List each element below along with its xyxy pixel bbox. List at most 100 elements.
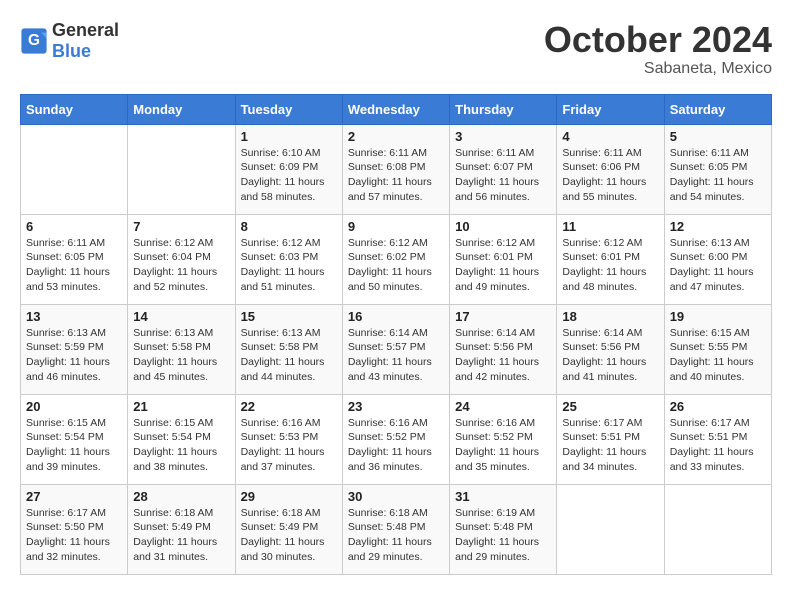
calendar-cell: 27Sunrise: 6:17 AMSunset: 5:50 PMDayligh… bbox=[21, 484, 128, 574]
day-number: 15 bbox=[241, 309, 337, 324]
day-info: Sunrise: 6:13 AMSunset: 5:58 PMDaylight:… bbox=[133, 326, 229, 385]
day-number: 19 bbox=[670, 309, 766, 324]
calendar-cell: 24 Sunrise: 6:16 AMSunset: 5:52 PMDayligh… bbox=[450, 394, 557, 484]
day-info: Sunrise: 6:12 AMSunset: 6:01 PMDaylight:… bbox=[562, 236, 658, 295]
day-info: Sunrise: 6:11 AMSunset: 6:08 PMDaylight:… bbox=[348, 146, 444, 205]
calendar-cell bbox=[664, 484, 771, 574]
weekday-header-wednesday: Wednesday bbox=[342, 94, 449, 124]
location: Sabaneta, Mexico bbox=[544, 60, 772, 78]
day-number: 9 bbox=[348, 219, 444, 234]
day-info: Sunrise: 6:11 AMSunset: 6:05 PMDaylight:… bbox=[670, 146, 766, 205]
day-number: 7 bbox=[133, 219, 229, 234]
calendar-cell: 15 Sunrise: 6:13 AMSunset: 5:58 PMDayligh… bbox=[235, 304, 342, 394]
day-number: 3 bbox=[455, 129, 551, 144]
day-info: Sunrise: 6:18 AMSunset: 5:49 PMDaylight:… bbox=[241, 506, 337, 565]
day-info: Sunrise: 6:16 AMSunset: 5:52 PMDaylight:… bbox=[348, 416, 444, 475]
calendar-cell: 5 Sunrise: 6:11 AMSunset: 6:05 PMDaylight… bbox=[664, 124, 771, 214]
day-info: Sunrise: 6:14 AMSunset: 5:57 PMDaylight:… bbox=[348, 326, 444, 385]
logo-text: General Blue bbox=[52, 20, 119, 62]
calendar-cell: 12 Sunrise: 6:13 AMSunset: 6:00 PMDayligh… bbox=[664, 214, 771, 304]
logo-general: General bbox=[52, 20, 119, 40]
day-info: Sunrise: 6:15 AMSunset: 5:54 PMDaylight:… bbox=[133, 416, 229, 475]
weekday-header-tuesday: Tuesday bbox=[235, 94, 342, 124]
calendar-cell: 4Sunrise: 6:11 AMSunset: 6:06 PMDaylight… bbox=[557, 124, 664, 214]
title-block: October 2024 Sabaneta, Mexico bbox=[544, 20, 772, 78]
day-info: Sunrise: 6:11 AMSunset: 6:05 PMDaylight:… bbox=[26, 236, 122, 295]
day-number: 24 bbox=[455, 399, 551, 414]
calendar-cell: 28 Sunrise: 6:18 AMSunset: 5:49 PMDayligh… bbox=[128, 484, 235, 574]
day-number: 5 bbox=[670, 129, 766, 144]
day-number: 17 bbox=[455, 309, 551, 324]
day-info: Sunrise: 6:10 AMSunset: 6:09 PMDaylight:… bbox=[241, 146, 337, 205]
day-number: 2 bbox=[348, 129, 444, 144]
calendar-cell bbox=[21, 124, 128, 214]
calendar-cell: 22 Sunrise: 6:16 AMSunset: 5:53 PMDayligh… bbox=[235, 394, 342, 484]
day-number: 31 bbox=[455, 489, 551, 504]
calendar-cell: 9Sunrise: 6:12 AMSunset: 6:02 PMDaylight… bbox=[342, 214, 449, 304]
day-info: Sunrise: 6:16 AMSunset: 5:52 PMDaylight:… bbox=[455, 416, 551, 475]
day-number: 28 bbox=[133, 489, 229, 504]
calendar-cell: 31 Sunrise: 6:19 AMSunset: 5:48 PMDayligh… bbox=[450, 484, 557, 574]
weekday-header-thursday: Thursday bbox=[450, 94, 557, 124]
day-info: Sunrise: 6:18 AMSunset: 5:49 PMDaylight:… bbox=[133, 506, 229, 565]
calendar-cell bbox=[557, 484, 664, 574]
day-number: 12 bbox=[670, 219, 766, 234]
day-info: Sunrise: 6:14 AMSunset: 5:56 PMDaylight:… bbox=[455, 326, 551, 385]
weekday-header-saturday: Saturday bbox=[664, 94, 771, 124]
calendar-cell: 8 Sunrise: 6:12 AMSunset: 6:03 PMDaylight… bbox=[235, 214, 342, 304]
day-number: 1 bbox=[241, 129, 337, 144]
day-info: Sunrise: 6:13 AMSunset: 5:58 PMDaylight:… bbox=[241, 326, 337, 385]
day-number: 29 bbox=[241, 489, 337, 504]
day-number: 14 bbox=[133, 309, 229, 324]
calendar-cell: 20Sunrise: 6:15 AMSunset: 5:54 PMDayligh… bbox=[21, 394, 128, 484]
calendar-cell: 30 Sunrise: 6:18 AMSunset: 5:48 PMDayligh… bbox=[342, 484, 449, 574]
calendar-cell: 26Sunrise: 6:17 AMSunset: 5:51 PMDayligh… bbox=[664, 394, 771, 484]
logo-blue: Blue bbox=[52, 41, 91, 61]
weekday-header-friday: Friday bbox=[557, 94, 664, 124]
month-year: October 2024 bbox=[544, 20, 772, 60]
calendar-cell: 19 Sunrise: 6:15 AMSunset: 5:55 PMDayligh… bbox=[664, 304, 771, 394]
weekday-header-sunday: Sunday bbox=[21, 94, 128, 124]
day-number: 20 bbox=[26, 399, 122, 414]
weekday-header-monday: Monday bbox=[128, 94, 235, 124]
calendar-table: SundayMondayTuesdayWednesdayThursdayFrid… bbox=[20, 94, 772, 575]
day-info: Sunrise: 6:16 AMSunset: 5:53 PMDaylight:… bbox=[241, 416, 337, 475]
calendar-cell: 7 Sunrise: 6:12 AMSunset: 6:04 PMDaylight… bbox=[128, 214, 235, 304]
week-row-3: 13 Sunrise: 6:13 AMSunset: 5:59 PMDayligh… bbox=[21, 304, 772, 394]
day-number: 11 bbox=[562, 219, 658, 234]
day-number: 21 bbox=[133, 399, 229, 414]
day-number: 22 bbox=[241, 399, 337, 414]
day-number: 18 bbox=[562, 309, 658, 324]
day-info: Sunrise: 6:11 AMSunset: 6:06 PMDaylight:… bbox=[562, 146, 658, 205]
day-info: Sunrise: 6:13 AMSunset: 6:00 PMDaylight:… bbox=[670, 236, 766, 295]
calendar-cell: 23 Sunrise: 6:16 AMSunset: 5:52 PMDayligh… bbox=[342, 394, 449, 484]
day-number: 13 bbox=[26, 309, 122, 324]
calendar-cell: 16 Sunrise: 6:14 AMSunset: 5:57 PMDayligh… bbox=[342, 304, 449, 394]
day-number: 6 bbox=[26, 219, 122, 234]
day-info: Sunrise: 6:15 AMSunset: 5:55 PMDaylight:… bbox=[670, 326, 766, 385]
day-info: Sunrise: 6:19 AMSunset: 5:48 PMDaylight:… bbox=[455, 506, 551, 565]
day-number: 10 bbox=[455, 219, 551, 234]
week-row-4: 20 Sunrise: 6:15 AMSunset: 5:54 PMDayligh… bbox=[21, 394, 772, 484]
week-row-2: 6 Sunrise: 6:11 AMSunset: 6:05 PMDaylight… bbox=[21, 214, 772, 304]
calendar-cell: 21 Sunrise: 6:15 AMSunset: 5:54 PMDayligh… bbox=[128, 394, 235, 484]
week-row-1: 1 Sunrise: 6:10 AMSunset: 6:09 PMDaylight… bbox=[21, 124, 772, 214]
weekday-header-row: SundayMondayTuesdayWednesdayThursdayFrid… bbox=[21, 94, 772, 124]
calendar-cell: 11 Sunrise: 6:12 AMSunset: 6:01 PMDayligh… bbox=[557, 214, 664, 304]
calendar-cell: 18Sunrise: 6:14 AMSunset: 5:56 PMDayligh… bbox=[557, 304, 664, 394]
day-number: 16 bbox=[348, 309, 444, 324]
day-number: 30 bbox=[348, 489, 444, 504]
day-number: 8 bbox=[241, 219, 337, 234]
calendar-cell: 29 Sunrise: 6:18 AMSunset: 5:49 PMDayligh… bbox=[235, 484, 342, 574]
day-info: Sunrise: 6:13 AMSunset: 5:59 PMDaylight:… bbox=[26, 326, 122, 385]
day-number: 23 bbox=[348, 399, 444, 414]
calendar-cell: 13 Sunrise: 6:13 AMSunset: 5:59 PMDayligh… bbox=[21, 304, 128, 394]
day-info: Sunrise: 6:12 AMSunset: 6:01 PMDaylight:… bbox=[455, 236, 551, 295]
logo-icon: G bbox=[20, 27, 48, 55]
day-info: Sunrise: 6:12 AMSunset: 6:03 PMDaylight:… bbox=[241, 236, 337, 295]
logo: G General Blue bbox=[20, 20, 119, 62]
day-info: Sunrise: 6:18 AMSunset: 5:48 PMDaylight:… bbox=[348, 506, 444, 565]
day-info: Sunrise: 6:12 AMSunset: 6:04 PMDaylight:… bbox=[133, 236, 229, 295]
day-info: Sunrise: 6:17 AMSunset: 5:51 PMDaylight:… bbox=[670, 416, 766, 475]
day-info: Sunrise: 6:11 AMSunset: 6:07 PMDaylight:… bbox=[455, 146, 551, 205]
